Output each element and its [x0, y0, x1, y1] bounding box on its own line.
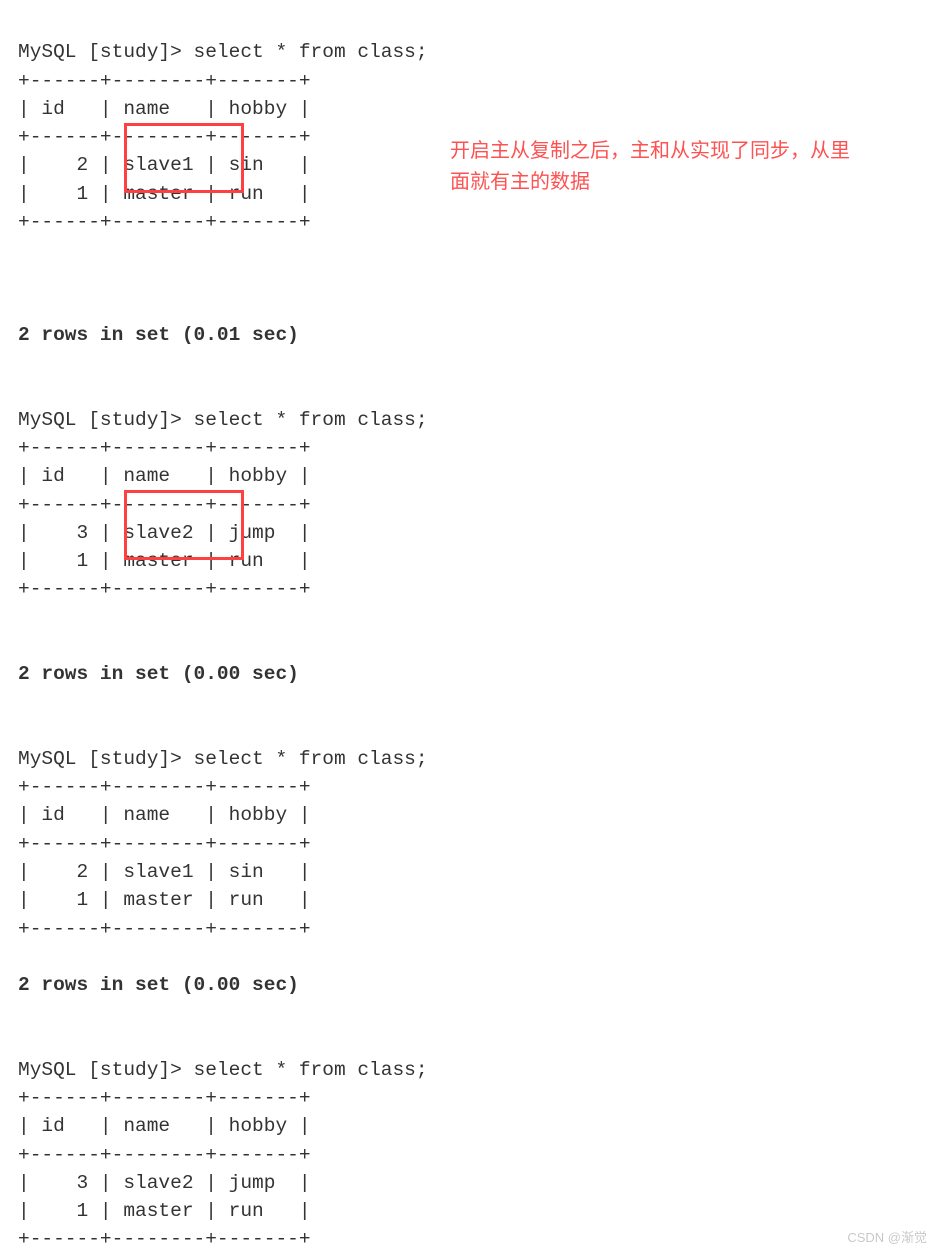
table-row: | 2 | slave1 | sin |: [18, 154, 311, 176]
table-row: | 1 | master | run |: [18, 1200, 311, 1222]
table-header: | id | name | hobby |: [18, 804, 311, 826]
sql-prompt-line: MySQL [study]> select * from class;: [18, 409, 428, 431]
sql-prompt-line: MySQL [study]> select * from class;: [18, 41, 428, 63]
table-border: +------+--------+-------+: [18, 1228, 311, 1250]
query-block-4: MySQL [study]> select * from class; +---…: [18, 1028, 941, 1254]
table-border: +------+--------+-------+: [18, 1087, 311, 1109]
table-row: | 1 | master | run |: [18, 183, 311, 205]
table-border: +------+--------+-------+: [18, 918, 311, 940]
table-row: | 1 | master | run |: [18, 889, 311, 911]
table-header: | id | name | hobby |: [18, 465, 311, 487]
result-summary-2: 2 rows in set (0.00 sec): [18, 660, 941, 688]
table-row: | 2 | slave1 | sin |: [18, 861, 311, 883]
result-summary-1: 2 rows in set (0.01 sec): [18, 321, 941, 349]
result-summary-3: 2 rows in set (0.00 sec): [18, 971, 941, 999]
table-header: | id | name | hobby |: [18, 1115, 311, 1137]
table-row: | 1 | master | run |: [18, 550, 311, 572]
table-border: +------+--------+-------+: [18, 494, 311, 516]
table-border: +------+--------+-------+: [18, 776, 311, 798]
watermark: CSDN @渐觉: [847, 1229, 927, 1248]
table-row: | 3 | slave2 | jump |: [18, 1172, 311, 1194]
table-border: +------+--------+-------+: [18, 70, 311, 92]
table-row: | 3 | slave2 | jump |: [18, 522, 311, 544]
table-border: +------+--------+-------+: [18, 126, 311, 148]
table-border: +------+--------+-------+: [18, 211, 311, 233]
query-block-3: MySQL [study]> select * from class; +---…: [18, 717, 941, 943]
query-block-1: MySQL [study]> select * from class; +---…: [18, 10, 941, 293]
table-border: +------+--------+-------+: [18, 833, 311, 855]
query-block-2: MySQL [study]> select * from class; +---…: [18, 377, 941, 631]
sql-prompt-line: MySQL [study]> select * from class;: [18, 748, 428, 770]
table-border: +------+--------+-------+: [18, 578, 311, 600]
table-border: +------+--------+-------+: [18, 437, 311, 459]
table-header: | id | name | hobby |: [18, 98, 311, 120]
annotation-text: 开启主从复制之后，主和从实现了同步，从里面就有主的数据: [450, 136, 850, 198]
sql-prompt-line: MySQL [study]> select * from class;: [18, 1059, 428, 1081]
table-border: +------+--------+-------+: [18, 1144, 311, 1166]
